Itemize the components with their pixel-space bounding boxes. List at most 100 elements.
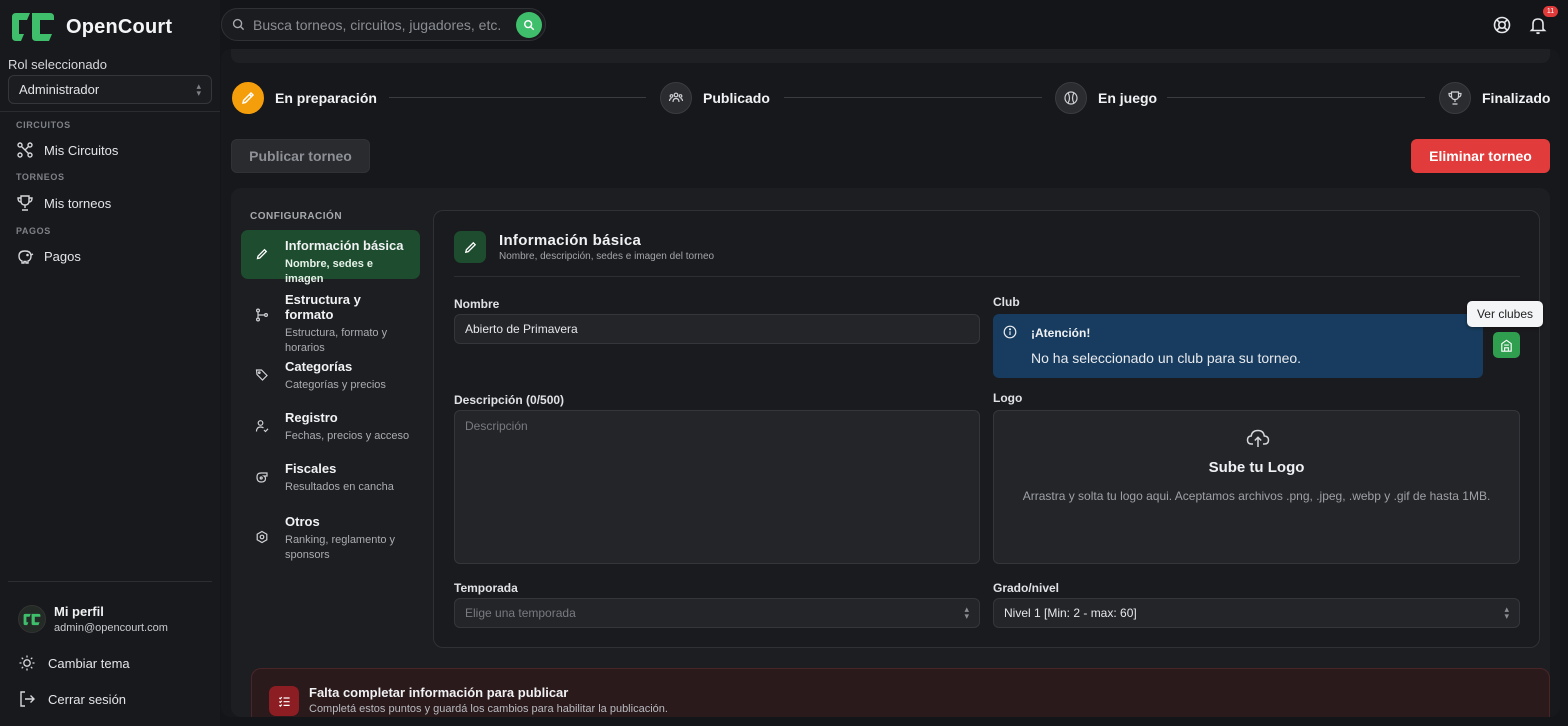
logo-upload-dropzone[interactable]: Sube tu Logo Arrastra y solta tu logo aq… [993, 410, 1520, 564]
change-theme-button[interactable]: Cambiar tema [18, 654, 130, 672]
panel-title: Información básica [499, 232, 642, 249]
config-tab-subtitle: Categorías y precios [285, 379, 386, 391]
settings-icon [256, 530, 268, 544]
help-lifebuoy-icon[interactable] [1492, 15, 1512, 35]
season-select[interactable]: Elige una temporada ▴ ▾ [454, 598, 980, 628]
logout-button[interactable]: Cerrar sesión [18, 690, 126, 708]
stepper-connector [1167, 97, 1425, 98]
publish-tournament-button[interactable]: Publicar torneo [231, 139, 370, 173]
building-icon [1501, 339, 1512, 352]
change-theme-label: Cambiar tema [48, 655, 130, 671]
level-select[interactable]: Nivel 1 [Min: 2 - max: 60] ▴ ▾ [993, 598, 1520, 628]
config-tab-title: Otros [285, 514, 320, 529]
search-input[interactable] [253, 16, 508, 33]
user-check-icon [255, 420, 269, 433]
step-circle [1055, 82, 1087, 114]
season-label: Temporada [454, 581, 518, 595]
role-select[interactable]: Administrador ▴ ▾ [8, 75, 212, 104]
config-tab-subtitle: Fechas, precios y acceso [285, 430, 410, 442]
missing-info-text: Completá estos puntos y guardá los cambi… [309, 703, 668, 715]
app-logo[interactable]: OpenCourt [8, 11, 172, 43]
step-circle [232, 82, 264, 114]
divider [8, 581, 212, 582]
tags-icon [255, 369, 268, 381]
config-tab-title: Fiscales [285, 461, 337, 476]
configuration-title: CONFIGURACIÓN [250, 211, 343, 222]
club-warning-alert: ¡Atención! No ha seleccionado un club pa… [993, 314, 1483, 378]
step-label: Publicado [703, 90, 770, 106]
config-tab-title: Estructura y formato [285, 292, 361, 322]
section-title-circuits: CIRCUITOS [16, 120, 71, 130]
select-chevron-icon: ▴ ▾ [964, 604, 969, 621]
hierarchy-icon [256, 308, 269, 322]
trophy-icon [1448, 91, 1462, 105]
upload-hint: Arrastra y solta tu logo aqui. Aceptamos… [1022, 489, 1491, 503]
section-title-tournaments: TORNEOS [16, 172, 65, 182]
opencourt-logo-icon [23, 613, 41, 625]
search-icon [523, 19, 535, 31]
divider [454, 276, 1520, 277]
config-tab-otros[interactable]: Otros Ranking, reglamento y sponsors [241, 506, 420, 566]
step-finalizado: Finalizado [1439, 82, 1550, 114]
search-icon [232, 18, 245, 31]
sidebar-item-tournaments[interactable]: Mis torneos [16, 194, 111, 212]
sidebar-item-payments[interactable]: Pagos [16, 247, 81, 265]
level-select-value: Nivel 1 [Min: 2 - max: 60] [1004, 606, 1137, 620]
view-clubs-tooltip: Ver clubes [1467, 301, 1543, 327]
alert-title: ¡Atención! [1031, 326, 1091, 340]
delete-tournament-button[interactable]: Eliminar torneo [1411, 139, 1550, 173]
cloud-upload-icon [1246, 429, 1270, 447]
role-select-value: Administrador [19, 82, 100, 97]
search-button[interactable] [516, 12, 542, 38]
config-tab-estructura[interactable]: Estructura y formato Estructura, formato… [241, 284, 420, 354]
config-tab-categorias[interactable]: Categorías Categorías y precios [241, 351, 420, 397]
logo-label: Logo [993, 391, 1023, 405]
step-label: Finalizado [1482, 90, 1551, 106]
list-icon [278, 696, 290, 707]
config-tab-title: Información básica [285, 238, 404, 253]
piggy-bank-icon [18, 250, 34, 264]
description-label: Descripción (0/500) [454, 393, 565, 407]
profile-name: Mi perfil [54, 604, 104, 619]
view-clubs-button[interactable] [1493, 332, 1520, 358]
pencil-icon [464, 241, 476, 253]
app-name: OpenCourt [66, 15, 173, 38]
alert-text: No ha seleccionado un club para su torne… [1031, 350, 1302, 366]
panel-icon [454, 231, 486, 263]
config-tab-title: Registro [285, 410, 338, 425]
sidebar: OpenCourt Rol seleccionado Administrador… [0, 0, 220, 726]
section-title-payments: PAGOS [16, 226, 51, 236]
basic-info-panel: Información básica Nombre, descripción, … [433, 210, 1540, 648]
sidebar-item-label: Mis torneos [44, 195, 112, 211]
missing-info-title: Falta completar información para publica… [309, 685, 569, 700]
role-label: Rol seleccionado [8, 57, 108, 72]
config-tab-fiscales[interactable]: Fiscales Resultados en cancha [241, 453, 420, 499]
pencil-icon [241, 91, 255, 105]
circuit-icon [17, 142, 33, 158]
club-label: Club [993, 295, 1020, 309]
config-tab-informacion-basica[interactable]: Información básica Nombre, sedes e image… [241, 230, 420, 285]
profile-email: admin@opencourt.com [54, 622, 168, 634]
sidebar-item-circuits[interactable]: Mis Circuitos [16, 141, 118, 159]
avatar [18, 605, 46, 633]
config-tab-registro[interactable]: Registro Fechas, precios y acceso [241, 402, 420, 448]
opencourt-logo-icon [12, 13, 54, 41]
ball-icon [1064, 91, 1078, 105]
step-en-juego: En juego [1055, 82, 1157, 114]
panel-subtitle: Nombre, descripción, sedes e imagen del … [499, 251, 715, 262]
sun-icon [19, 655, 35, 671]
people-icon [668, 92, 684, 103]
step-publicado: Publicado [660, 82, 770, 114]
main-content: En preparación Publicado En juego Finali… [221, 49, 1560, 717]
trophy-icon [17, 195, 33, 211]
name-input[interactable]: Abierto de Primavera [454, 314, 980, 344]
season-select-value: Elige una temporada [465, 606, 576, 620]
profile-link[interactable]: Mi perfil admin@opencourt.com [18, 604, 168, 634]
select-chevron-icon: ▴ ▾ [1504, 604, 1509, 621]
step-circle [660, 82, 692, 114]
bell-icon[interactable] [1528, 15, 1548, 35]
configuration-card: CONFIGURACIÓN Información básica Nombre,… [231, 188, 1550, 717]
description-textarea[interactable]: Descripción [454, 410, 980, 564]
missing-info-alert: Falta completar información para publica… [251, 668, 1550, 717]
config-tab-subtitle: Ranking, reglamento y sponsors [285, 534, 396, 561]
